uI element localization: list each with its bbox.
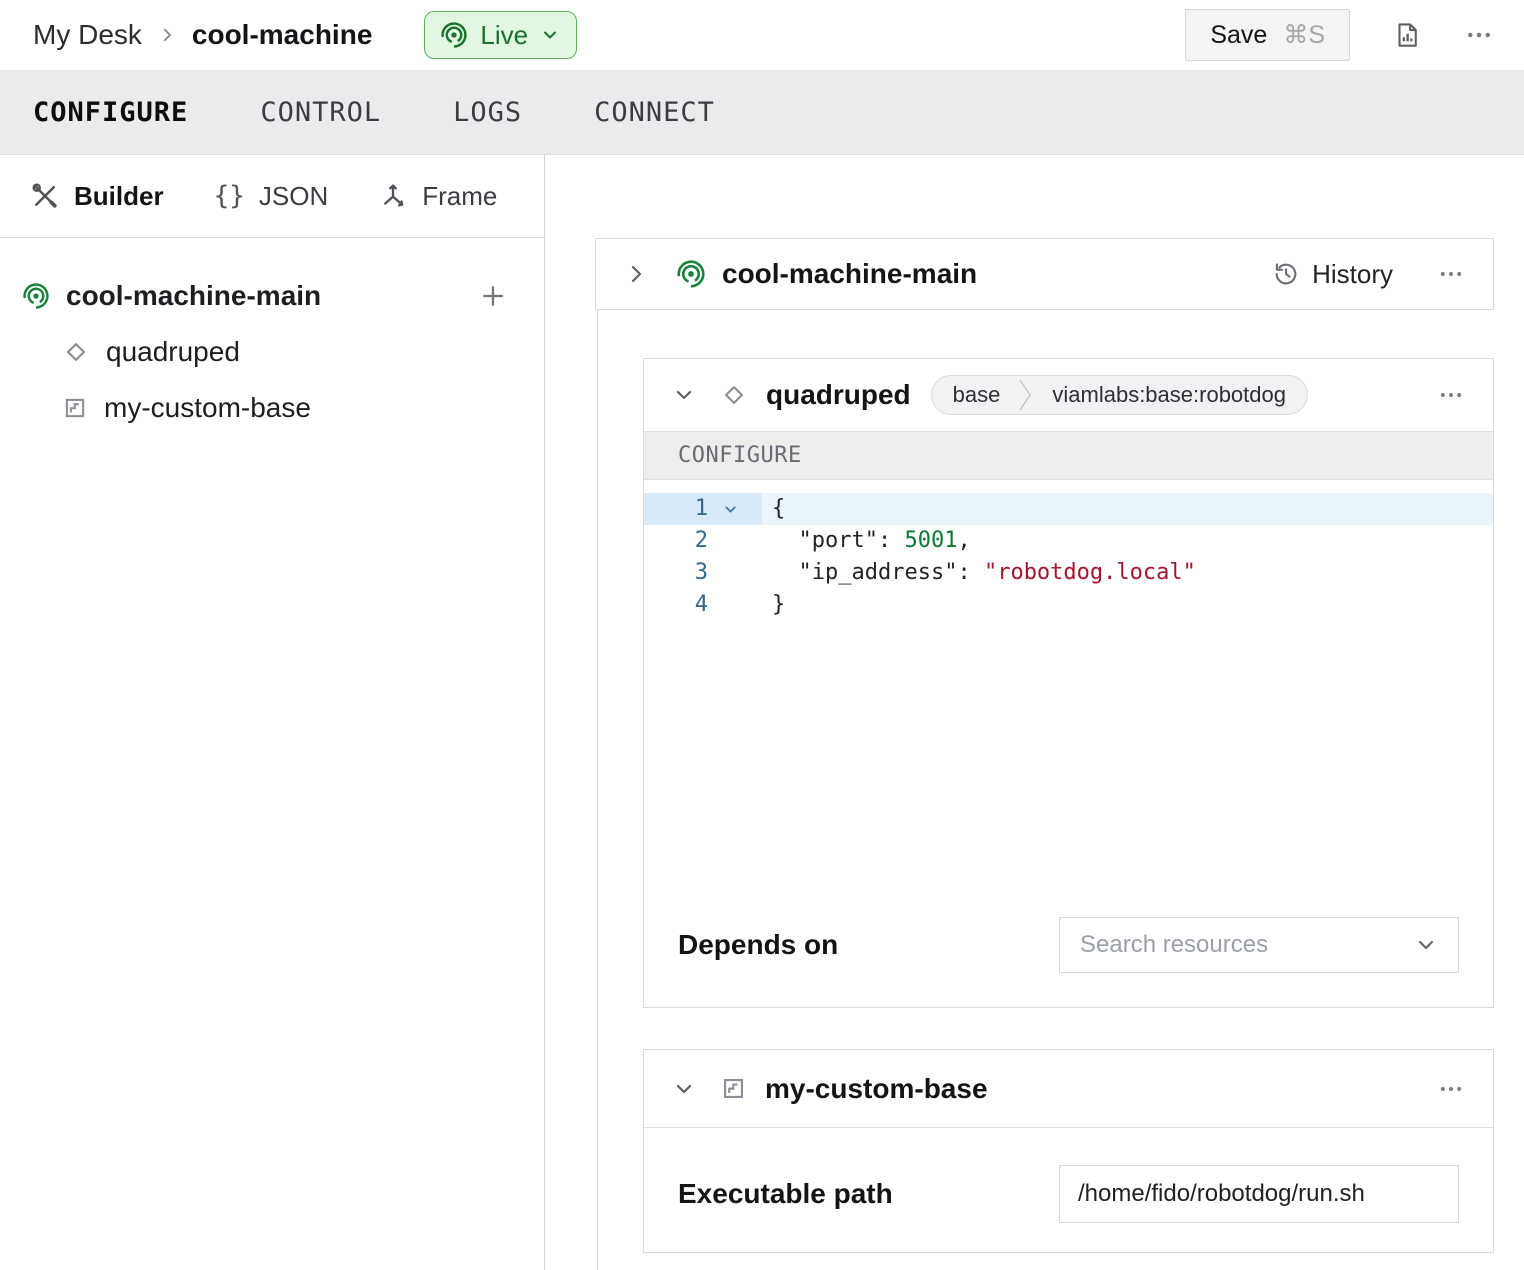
view-builder[interactable]: Builder xyxy=(30,181,164,212)
broadcast-icon xyxy=(676,259,706,289)
code-line[interactable]: 3 "ip_address": "robotdog.local" xyxy=(644,557,1493,589)
sidebar: Builder {} JSON Frame xyxy=(0,155,545,1270)
view-builder-label: Builder xyxy=(74,181,164,212)
view-frame-label: Frame xyxy=(422,181,497,212)
machine-part-title: cool-machine-main xyxy=(722,258,977,290)
quadruped-card-header: quadruped base viamlabs:base:robotdog xyxy=(644,359,1493,431)
executable-path-input[interactable] xyxy=(1059,1165,1459,1223)
view-frame[interactable]: Frame xyxy=(378,181,497,212)
module-process-icon xyxy=(720,1075,747,1102)
card-menu-icon[interactable] xyxy=(1437,381,1465,409)
card-menu-icon[interactable] xyxy=(1437,260,1465,288)
card-menu-icon[interactable] xyxy=(1437,1075,1465,1103)
badge-model-label: viamlabs:base:robotdog xyxy=(1052,382,1286,408)
attributes-code-editor[interactable]: 1{2 "port": 5001,3 "ip_address": "robotd… xyxy=(644,480,1493,917)
line-number: 2 xyxy=(644,525,708,557)
code-gutter: 2 xyxy=(644,525,762,557)
code-editor-lines: 1{2 "port": 5001,3 "ip_address": "robotd… xyxy=(644,493,1493,621)
code-gutter: 4 xyxy=(644,589,762,621)
machine-name-title: cool-machine xyxy=(192,19,372,51)
quadruped-component-card: quadruped base viamlabs:base:robotdog CO… xyxy=(643,358,1494,1008)
badge-chevron-separator xyxy=(1015,378,1037,412)
tab-configure[interactable]: CONFIGURE xyxy=(33,97,188,128)
save-shortcut-hint: ⌘S xyxy=(1283,20,1325,50)
code-line-text: "ip_address": "robotdog.local" xyxy=(762,557,1493,589)
tree-item-label: my-custom-base xyxy=(104,392,311,424)
chevron-down-icon xyxy=(540,25,560,45)
component-title: my-custom-base xyxy=(765,1073,988,1105)
json-braces-icon: {} xyxy=(214,181,245,211)
machine-part-card: cool-machine-main History xyxy=(595,238,1494,310)
code-gutter: 1 xyxy=(644,493,762,525)
tab-logs[interactable]: LOGS xyxy=(453,97,522,128)
chart-document-icon[interactable] xyxy=(1392,20,1422,50)
live-status-label: Live xyxy=(480,20,528,51)
breadcrumb-chevron-icon xyxy=(158,26,176,44)
tree-item-my-custom-base[interactable]: my-custom-base xyxy=(62,380,544,436)
component-diamond-icon xyxy=(720,381,748,409)
executable-path-row: Executable path xyxy=(644,1165,1493,1223)
chevron-right-icon[interactable] xyxy=(624,262,648,286)
builder-tools-icon xyxy=(30,181,60,211)
frame-axes-icon xyxy=(378,181,408,211)
tree-item-label: quadruped xyxy=(106,336,240,368)
code-line-text: } xyxy=(762,589,1493,621)
view-json-label: JSON xyxy=(259,181,328,212)
view-toggle: Builder {} JSON Frame xyxy=(0,155,544,238)
history-label: History xyxy=(1312,259,1393,290)
line-number: 1 xyxy=(644,493,708,525)
main-tabbar: CONFIGURE CONTROL LOGS CONNECT xyxy=(0,70,1524,155)
breadcrumb: My Desk cool-machine xyxy=(33,19,372,51)
custom-base-card: my-custom-base Executable path xyxy=(643,1049,1494,1253)
depends-on-row: Depends on Search resources xyxy=(644,917,1493,973)
code-line-text: "port": 5001, xyxy=(762,525,1493,557)
module-process-icon xyxy=(62,395,88,421)
add-component-button[interactable] xyxy=(478,281,508,311)
code-line-text: { xyxy=(762,493,1493,525)
depends-resource-select[interactable]: Search resources xyxy=(1059,917,1459,973)
depends-select-placeholder: Search resources xyxy=(1080,931,1268,959)
history-clock-icon xyxy=(1272,260,1300,288)
code-line[interactable]: 4} xyxy=(644,589,1493,621)
tab-control[interactable]: CONTROL xyxy=(260,97,381,128)
breadcrumb-parent-link[interactable]: My Desk xyxy=(33,19,142,51)
tree-item-quadruped[interactable]: quadruped xyxy=(62,324,544,380)
code-line[interactable]: 2 "port": 5001, xyxy=(644,525,1493,557)
fold-chevron-icon[interactable] xyxy=(708,501,752,518)
depends-on-label: Depends on xyxy=(678,929,838,961)
tree-item-machine-part[interactable]: cool-machine-main xyxy=(22,268,544,324)
executable-path-label: Executable path xyxy=(678,1178,893,1210)
save-button-label: Save xyxy=(1210,21,1267,50)
save-button[interactable]: Save ⌘S xyxy=(1185,9,1350,61)
workspace: Builder {} JSON Frame xyxy=(0,155,1524,1270)
resource-tree: cool-machine-main quadruped xyxy=(0,238,544,436)
overflow-menu-icon[interactable] xyxy=(1464,20,1494,50)
view-json[interactable]: {} JSON xyxy=(214,181,329,212)
part-connector-line xyxy=(597,310,598,1270)
component-title: quadruped xyxy=(766,379,911,411)
code-gutter: 3 xyxy=(644,557,762,589)
broadcast-icon xyxy=(440,21,468,49)
chevron-down-icon[interactable] xyxy=(672,383,696,407)
broadcast-icon xyxy=(22,282,50,310)
custom-base-card-header: my-custom-base xyxy=(644,1050,1493,1128)
tree-item-label: cool-machine-main xyxy=(66,280,321,312)
live-status-dropdown[interactable]: Live xyxy=(424,11,577,59)
component-type-badge: base viamlabs:base:robotdog xyxy=(931,375,1308,415)
history-button[interactable]: History xyxy=(1272,259,1393,290)
chevron-down-icon[interactable] xyxy=(672,1077,696,1101)
line-number: 3 xyxy=(644,557,708,589)
tab-connect[interactable]: CONNECT xyxy=(594,97,715,128)
code-line[interactable]: 1{ xyxy=(644,493,1493,525)
chevron-down-icon xyxy=(1414,933,1438,957)
topbar-actions: Save ⌘S xyxy=(1185,9,1494,61)
topbar: My Desk cool-machine Live Save ⌘S xyxy=(0,0,1524,70)
config-main-panel: cool-machine-main History xyxy=(545,155,1524,1270)
component-diamond-icon xyxy=(62,338,90,366)
badge-type-label: base xyxy=(953,382,1001,408)
line-number: 4 xyxy=(644,589,708,621)
configure-section-label: CONFIGURE xyxy=(644,431,1493,480)
